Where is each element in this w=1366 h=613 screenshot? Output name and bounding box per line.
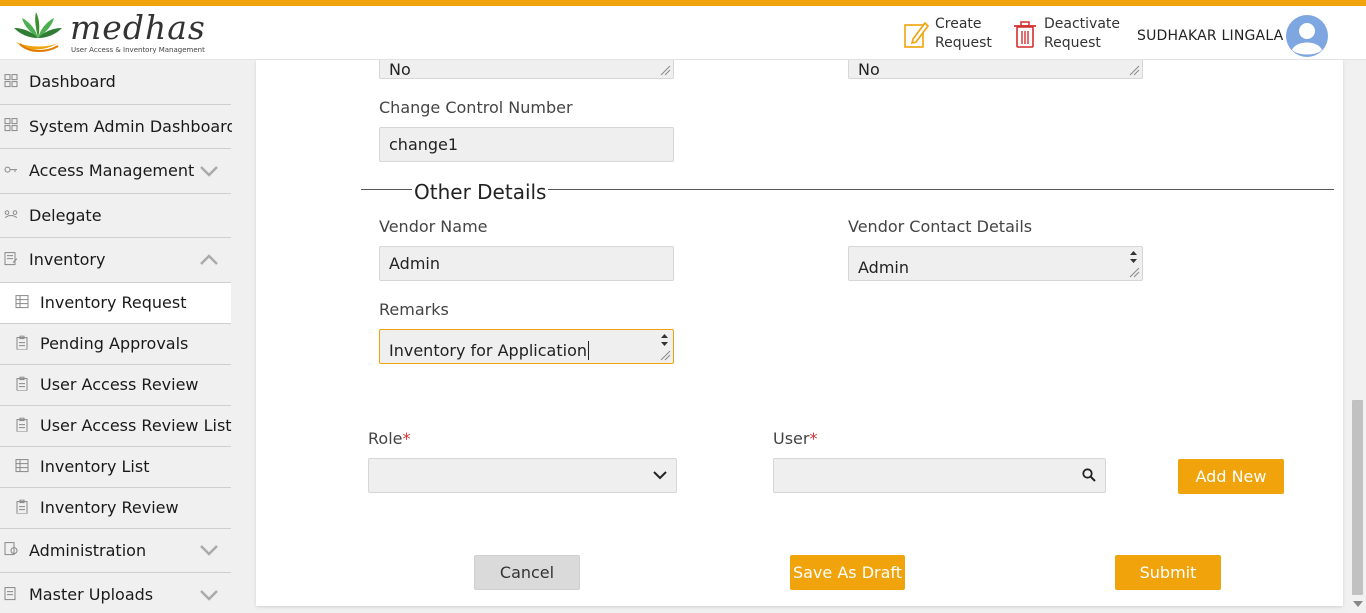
scrollbar-thumb[interactable]: [1352, 400, 1363, 595]
sidebar: Dashboard System Admin Dashboard Access …: [0, 60, 232, 613]
user-search-input[interactable]: [773, 458, 1106, 493]
delegate-icon: [4, 210, 18, 219]
chevron-down-icon[interactable]: [199, 544, 219, 557]
deactivate-label-line1: Deactivate: [1044, 16, 1121, 32]
clipboard-icon: [16, 417, 28, 432]
sidebar-item-master-uploads[interactable]: Master Uploads: [0, 573, 231, 613]
other-details-heading: Other Details: [412, 180, 549, 204]
resize-handle-icon[interactable]: [1128, 64, 1140, 76]
trash-icon: [1014, 21, 1036, 48]
vendor-contact-textarea[interactable]: Admin: [848, 246, 1143, 281]
sidebar-subitem-pending-approvals[interactable]: Pending Approvals: [0, 324, 231, 365]
sidebar-item-label: Pending Approvals: [40, 334, 189, 353]
chevron-down-icon[interactable]: [199, 589, 219, 601]
resize-handle-icon[interactable]: [1128, 266, 1140, 278]
clipboard-icon: [16, 499, 28, 514]
deactivate-label-line2: Request: [1044, 35, 1101, 51]
cancel-button[interactable]: Cancel: [474, 555, 580, 590]
top-accent-bar: [0, 0, 1366, 6]
role-label: Role*: [368, 429, 410, 448]
grid-icon: [4, 118, 18, 132]
sidebar-item-access-management[interactable]: Access Management: [0, 149, 231, 194]
sidebar-item-label: Master Uploads: [29, 585, 154, 605]
user-name[interactable]: SUDHAKAR LINGALA: [1137, 28, 1283, 44]
upload-icon: [4, 586, 16, 600]
grid-icon: [4, 73, 18, 87]
scroll-down-arrow-icon[interactable]: [1353, 601, 1363, 607]
spinner-icon[interactable]: [660, 333, 669, 347]
top-left-value: No: [389, 60, 411, 79]
sidebar-subitem-inventory-request[interactable]: Inventory Request: [0, 282, 231, 324]
submit-button[interactable]: Submit: [1115, 555, 1221, 590]
add-new-button[interactable]: Add New: [1178, 459, 1284, 494]
sidebar-item-delegate[interactable]: Delegate: [0, 194, 231, 238]
sidebar-item-label: Inventory: [29, 250, 106, 270]
sidebar-item-label: Dashboard: [29, 72, 116, 92]
key-icon: [4, 166, 17, 173]
sidebar-item-label: Access Management: [29, 161, 195, 181]
clipboard-icon: [16, 376, 28, 391]
vendor-name-field[interactable]: Admin: [379, 246, 674, 281]
app-header: medhas User Access & Inventory Managemen…: [0, 6, 1366, 60]
table-icon: [15, 294, 29, 308]
remarks-label: Remarks: [379, 300, 449, 319]
search-icon[interactable]: [1082, 468, 1096, 482]
sidebar-item-system-admin-dashboard[interactable]: System Admin Dashboard: [0, 105, 232, 149]
sidebar-subitem-user-access-review-list[interactable]: User Access Review List: [0, 406, 232, 447]
inventory-icon: [4, 251, 18, 265]
required-mark: *: [809, 429, 818, 448]
table-icon: [15, 458, 29, 472]
clipboard-icon: [16, 335, 28, 350]
sidebar-item-inventory[interactable]: Inventory: [0, 238, 231, 283]
sidebar-item-label: Inventory Request: [40, 293, 187, 312]
sidebar-subitem-user-access-review[interactable]: User Access Review: [0, 365, 231, 406]
user-label: User*: [773, 429, 817, 448]
create-label-line1: Create: [935, 16, 982, 32]
vendor-name-label: Vendor Name: [379, 217, 488, 236]
create-request-button[interactable]: Create Request: [903, 14, 1015, 54]
required-mark: *: [402, 429, 411, 448]
logo-subtitle: User Access & Inventory Management: [71, 46, 205, 54]
change-control-label: Change Control Number: [379, 98, 573, 117]
avatar-icon[interactable]: [1286, 15, 1328, 57]
top-right-value: No: [858, 60, 880, 79]
remarks-textarea[interactable]: Inventory for Application: [379, 329, 674, 364]
deactivate-request-button[interactable]: Deactivate Request: [1012, 14, 1124, 54]
sidebar-item-label: System Admin Dashboard: [29, 116, 232, 136]
create-request-icon: [904, 21, 929, 48]
vendor-name-value: Admin: [389, 254, 440, 273]
role-select[interactable]: [368, 458, 677, 493]
sidebar-subitem-inventory-review[interactable]: Inventory Review: [0, 488, 231, 529]
sidebar-item-label: User Access Review List: [40, 416, 232, 435]
save-as-draft-button[interactable]: Save As Draft: [790, 555, 905, 590]
sidebar-item-label: Inventory Review: [40, 498, 179, 517]
sidebar-item-label: Inventory List: [40, 457, 150, 476]
change-control-value: change1: [389, 135, 459, 154]
logo-leaf-icon: [14, 12, 62, 52]
chevron-up-icon[interactable]: [199, 253, 219, 266]
user-label-text: User: [773, 429, 810, 448]
resize-handle-icon[interactable]: [659, 349, 671, 361]
chevron-down-icon[interactable]: [199, 165, 219, 177]
resize-handle-icon[interactable]: [659, 64, 671, 76]
create-label-line2: Request: [935, 35, 992, 51]
remarks-value: Inventory for Application: [389, 341, 589, 360]
sidebar-item-dashboard[interactable]: Dashboard: [0, 60, 231, 105]
admin-icon: [4, 542, 18, 556]
sidebar-item-label: Administration: [29, 540, 147, 560]
vendor-contact-label: Vendor Contact Details: [848, 217, 1033, 236]
sidebar-item-label: User Access Review: [40, 375, 199, 394]
role-label-text: Role: [368, 429, 403, 448]
chevron-down-icon: [653, 471, 667, 480]
sidebar-item-administration[interactable]: Administration: [0, 529, 231, 573]
change-control-field[interactable]: change1: [379, 127, 674, 162]
vendor-contact-value: Admin: [858, 258, 909, 277]
logo-wordmark: medhas: [70, 8, 206, 47]
sidebar-subitem-inventory-list[interactable]: Inventory List: [0, 447, 231, 488]
spinner-icon[interactable]: [1129, 250, 1138, 264]
medhas-logo[interactable]: medhas User Access & Inventory Managemen…: [10, 8, 205, 58]
sidebar-item-label: Delegate: [29, 205, 102, 225]
